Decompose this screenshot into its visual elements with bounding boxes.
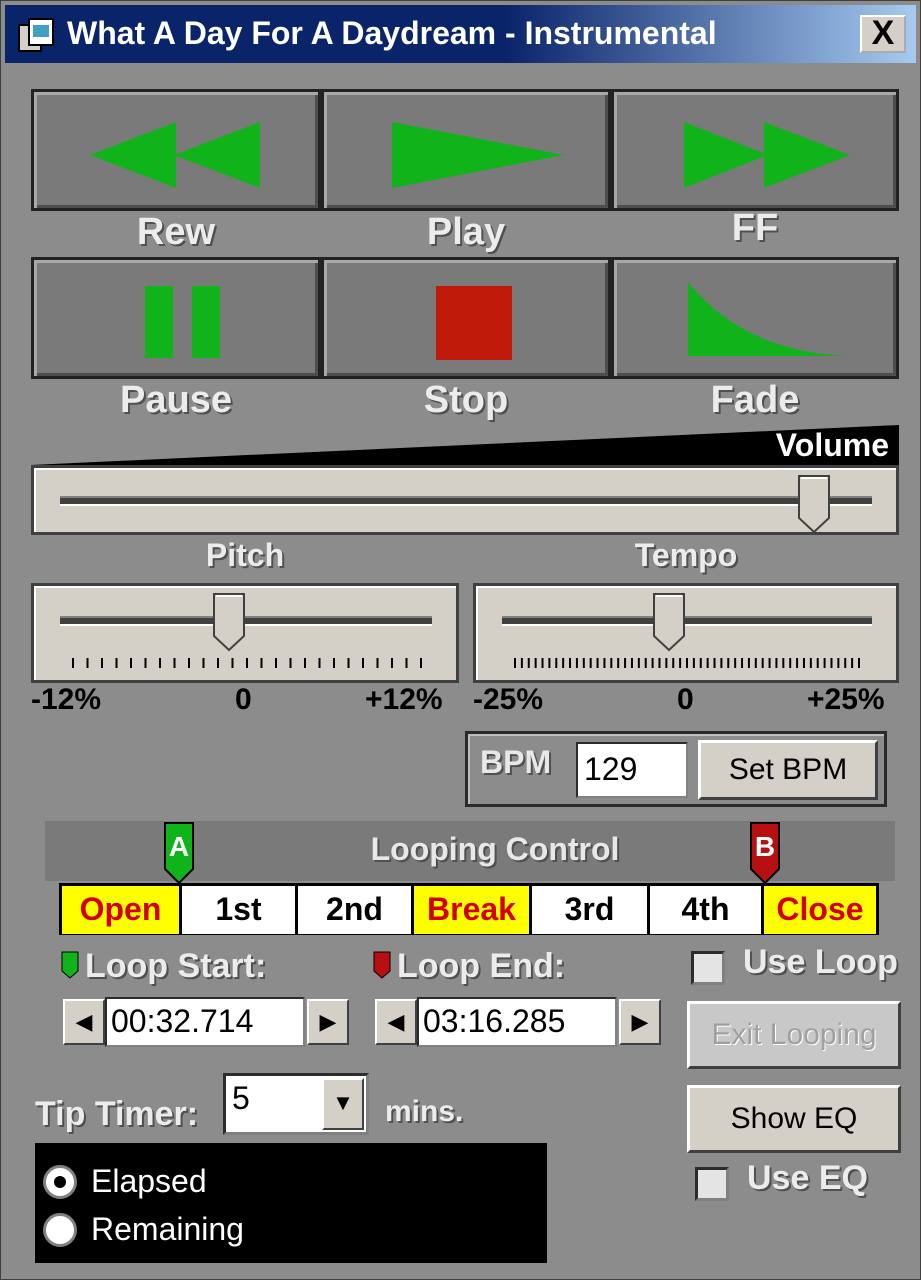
time-mode-panel: Elapsed Remaining bbox=[35, 1143, 547, 1263]
play-icon bbox=[392, 122, 564, 188]
tempo-max-label: +25% bbox=[807, 683, 885, 716]
fade-button[interactable] bbox=[611, 257, 899, 379]
fade-label: Fade bbox=[710, 379, 800, 421]
radio-selected-dot bbox=[54, 1176, 66, 1188]
elapsed-label: Elapsed bbox=[91, 1163, 207, 1199]
loop-start-marker-icon bbox=[61, 951, 79, 979]
loop-start-field[interactable]: 00:32.714 bbox=[105, 997, 305, 1047]
elapsed-radio[interactable] bbox=[43, 1165, 77, 1199]
dropdown-arrow-icon[interactable]: ▼ bbox=[322, 1078, 364, 1130]
rewind-label: Rew bbox=[136, 211, 216, 253]
fast-forward-icon bbox=[684, 122, 850, 188]
pause-label: Pause bbox=[120, 379, 232, 421]
play-button[interactable] bbox=[321, 89, 611, 211]
remaining-label: Remaining bbox=[91, 1211, 244, 1247]
tempo-ticks bbox=[514, 658, 860, 668]
marker-a-label: A bbox=[168, 831, 190, 862]
use-loop-checkbox[interactable] bbox=[691, 951, 725, 985]
rewind-icon bbox=[90, 122, 260, 188]
loop-end-marker-icon bbox=[373, 951, 391, 979]
stop-icon bbox=[436, 286, 512, 360]
pause-icon bbox=[145, 286, 220, 358]
fast-forward-button[interactable] bbox=[611, 89, 899, 211]
app-window: What A Day For A Daydream - Instrumental… bbox=[0, 0, 921, 1280]
tempo-label: Tempo bbox=[634, 537, 738, 573]
pitch-ticks bbox=[72, 658, 422, 668]
stop-label: Stop bbox=[423, 379, 509, 421]
segment-open[interactable]: Open bbox=[62, 886, 182, 934]
tempo-mid-label: 0 bbox=[677, 683, 694, 716]
use-eq-checkbox[interactable] bbox=[695, 1167, 729, 1201]
segment-4th[interactable]: 4th bbox=[650, 886, 764, 934]
tip-timer-unit: mins. bbox=[385, 1095, 464, 1128]
window-title: What A Day For A Daydream - Instrumental bbox=[67, 15, 717, 51]
tip-timer-value: 5 bbox=[232, 1080, 250, 1116]
pitch-min-label: -12% bbox=[31, 683, 102, 716]
bpm-input[interactable]: 129 bbox=[576, 742, 688, 798]
bpm-group: BPM 129 Set BPM bbox=[465, 731, 887, 807]
volume-track bbox=[60, 496, 872, 506]
volume-thumb[interactable] bbox=[797, 474, 833, 536]
close-button[interactable]: X bbox=[860, 15, 906, 53]
volume-slider[interactable] bbox=[31, 465, 899, 535]
tip-timer-label: Tip Timer: bbox=[35, 1095, 199, 1133]
loop-marker-a[interactable]: A bbox=[163, 821, 195, 885]
segment-break[interactable]: Break bbox=[414, 886, 532, 934]
tempo-slider[interactable] bbox=[473, 583, 899, 683]
use-loop-label: Use Loop bbox=[743, 943, 898, 981]
loop-segment-bar: Open 1st 2nd Break 3rd 4th Close bbox=[59, 883, 879, 935]
ff-label: FF bbox=[731, 207, 779, 249]
loop-start-decrement-button[interactable]: ◀ bbox=[63, 999, 105, 1045]
looping-control-title: Looping Control bbox=[370, 831, 620, 867]
pitch-label: Pitch bbox=[205, 537, 285, 573]
use-eq-label: Use EQ bbox=[747, 1159, 868, 1197]
tempo-thumb[interactable] bbox=[652, 592, 688, 654]
pitch-max-label: +12% bbox=[365, 683, 443, 716]
show-eq-button[interactable]: Show EQ bbox=[687, 1085, 901, 1153]
pitch-thumb[interactable] bbox=[212, 592, 248, 654]
fade-icon bbox=[688, 282, 848, 356]
volume-label: Volume bbox=[775, 427, 889, 463]
segment-1st[interactable]: 1st bbox=[182, 886, 298, 934]
set-bpm-button[interactable]: Set BPM bbox=[698, 740, 878, 800]
loop-start-increment-button[interactable]: ▶ bbox=[307, 999, 349, 1045]
title-bar[interactable]: What A Day For A Daydream - Instrumental… bbox=[5, 5, 916, 63]
app-icon bbox=[18, 18, 54, 52]
tempo-min-label: -25% bbox=[473, 683, 544, 716]
exit-looping-button[interactable]: Exit Looping bbox=[687, 1001, 901, 1069]
loop-end-field[interactable]: 03:16.285 bbox=[417, 997, 617, 1047]
rewind-button[interactable] bbox=[31, 89, 321, 211]
bpm-label: BPM bbox=[480, 744, 552, 780]
pitch-slider[interactable] bbox=[31, 583, 459, 683]
segment-close[interactable]: Close bbox=[764, 886, 876, 934]
remaining-radio[interactable] bbox=[43, 1213, 77, 1247]
loop-end-label: Loop End: bbox=[397, 947, 566, 985]
stop-button[interactable] bbox=[321, 257, 611, 379]
tip-timer-select[interactable]: 5 ▼ bbox=[223, 1073, 369, 1135]
pause-button[interactable] bbox=[31, 257, 321, 379]
segment-3rd[interactable]: 3rd bbox=[532, 886, 650, 934]
pitch-mid-label: 0 bbox=[235, 683, 252, 716]
play-label: Play bbox=[426, 211, 506, 253]
loop-marker-b[interactable]: B bbox=[749, 821, 781, 885]
segment-2nd[interactable]: 2nd bbox=[298, 886, 414, 934]
loop-end-increment-button[interactable]: ▶ bbox=[619, 999, 661, 1045]
marker-b-label: B bbox=[754, 831, 776, 862]
loop-start-label: Loop Start: bbox=[85, 947, 267, 985]
loop-end-decrement-button[interactable]: ◀ bbox=[375, 999, 417, 1045]
